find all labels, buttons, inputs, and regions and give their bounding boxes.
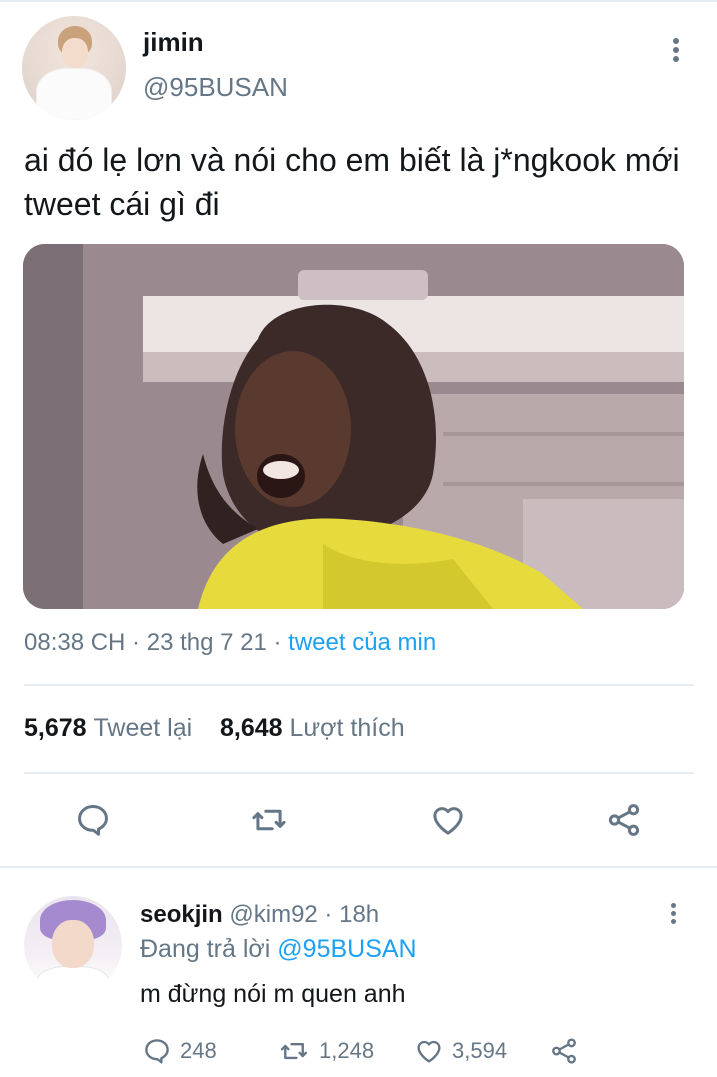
meta-separator: ·	[125, 629, 147, 656]
tweet-meta: 08:38 CH · 23 thg 7 21 · tweet của min	[24, 629, 436, 657]
reply-time: 18h	[339, 901, 380, 928]
share-button[interactable]	[604, 801, 644, 839]
reply-icon	[78, 805, 108, 836]
tweet-date: 23 thg 7 21	[146, 629, 267, 656]
reply-retweet-count: 1,248	[319, 1038, 375, 1063]
reply-retweet-button[interactable]: 1,248	[277, 1035, 374, 1067]
author-handle[interactable]: @95BUSAN	[143, 72, 288, 103]
retweet-label: Tweet lại	[93, 714, 193, 742]
reply-like-button[interactable]: 3,594	[414, 1035, 507, 1067]
reply-like-count: 3,594	[452, 1038, 508, 1063]
meta-separator: ·	[317, 901, 340, 928]
retweet-button[interactable]	[249, 801, 289, 839]
avatar[interactable]	[22, 16, 126, 120]
divider	[0, 866, 717, 868]
tweet-stats: 5,678 Tweet lại 8,648 Lượt thích	[24, 714, 405, 743]
reply-author-handle[interactable]: @kim92	[229, 901, 317, 928]
share-icon	[608, 804, 640, 836]
more-options-icon[interactable]	[661, 903, 685, 931]
reply-reply-button[interactable]: 248	[142, 1035, 217, 1067]
retweet-count: 5,678	[24, 714, 87, 742]
reply-header: seokjin @kim92 · 18h	[140, 901, 379, 929]
reply-button[interactable]	[73, 801, 113, 839]
retweet-icon	[280, 1042, 308, 1060]
reply-count: 248	[180, 1038, 217, 1063]
meta-separator: ·	[266, 629, 289, 656]
meme-image-illustration	[23, 244, 684, 609]
tweet-time: 08:38 CH	[24, 629, 126, 656]
share-icon	[552, 1038, 576, 1064]
like-count: 8,648	[219, 714, 283, 742]
reply-author-name[interactable]: seokjin	[140, 901, 223, 928]
like-stat[interactable]: 8,648 Lượt thích	[220, 714, 405, 742]
retweet-icon	[252, 809, 286, 831]
retweet-stat[interactable]: 5,678 Tweet lại	[24, 714, 192, 742]
tweet-source-link[interactable]: tweet của min	[288, 629, 436, 656]
heart-icon	[433, 807, 463, 835]
top-divider	[0, 0, 717, 2]
tweet-image[interactable]	[23, 244, 684, 609]
like-label: Lượt thích	[289, 714, 405, 742]
reply-avatar[interactable]	[24, 896, 122, 994]
reply-text: m đừng nói m quen anh	[140, 980, 406, 1008]
like-button[interactable]	[428, 801, 468, 839]
tweet-text: ai đó lẹ lơn và nói cho em biết là j*ngk…	[24, 142, 680, 222]
more-options-icon[interactable]	[664, 38, 688, 66]
replying-to-link[interactable]: @95BUSAN	[277, 935, 416, 963]
reply-share-button[interactable]	[549, 1035, 587, 1067]
heart-icon	[417, 1040, 441, 1063]
author-name[interactable]: jimin	[143, 27, 204, 58]
divider	[24, 772, 694, 774]
divider	[24, 684, 694, 686]
reply-icon	[145, 1039, 169, 1064]
replying-to: Đang trả lời @95BUSAN	[140, 935, 417, 964]
replying-prefix: Đang trả lời	[140, 935, 271, 963]
